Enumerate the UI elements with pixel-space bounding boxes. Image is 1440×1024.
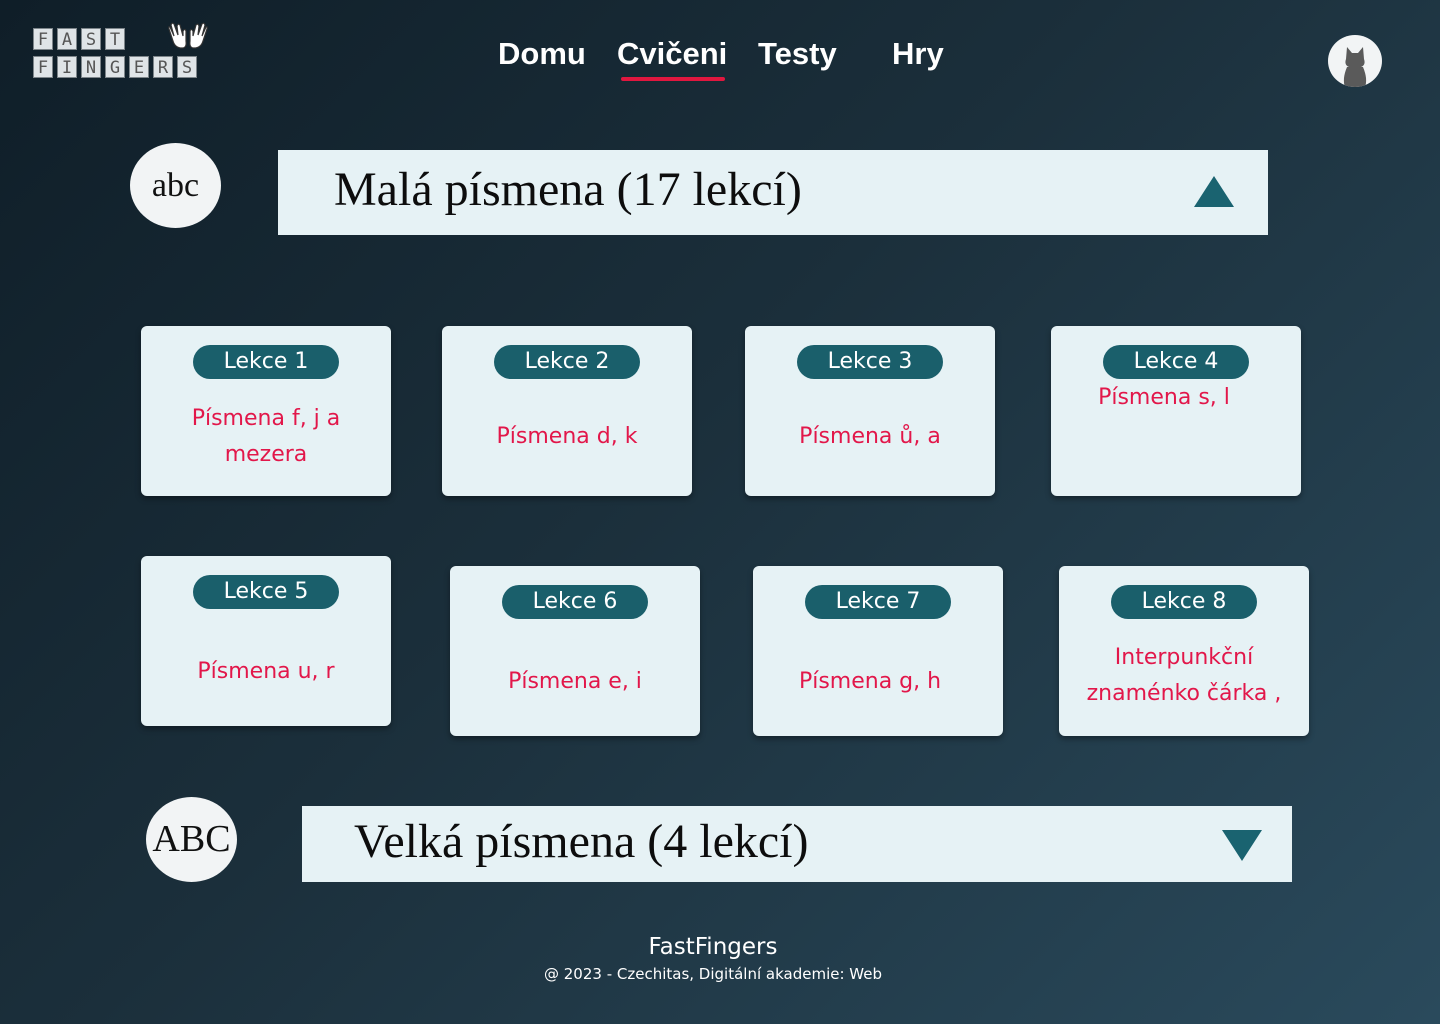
fastfingers-logo[interactable]: F A S T F I N G E R S: [33, 22, 233, 83]
user-avatar[interactable]: [1328, 35, 1382, 87]
logo-tile: S: [81, 28, 101, 50]
lesson-description-line: znaménko čárka ,: [1086, 681, 1282, 706]
lesson-label: Lekce 3: [797, 345, 943, 379]
logo-tile: F: [33, 56, 53, 78]
logo-tile: N: [81, 56, 101, 78]
lesson-description-line: Písmena g, h: [798, 669, 942, 694]
lesson-description: Písmena f, j a mezera: [141, 401, 391, 473]
lesson-label: Lekce 5: [193, 575, 339, 609]
lesson-card-8[interactable]: Lekce 8 Interpunkční znaménko čárka ,: [1059, 566, 1309, 736]
section-badge-lowercase: abc: [130, 143, 221, 228]
logo-tile: T: [105, 28, 125, 50]
lesson-label: Lekce 6: [502, 585, 648, 619]
lesson-card-4[interactable]: Lekce 4 Písmena s, l: [1051, 326, 1301, 496]
section-title: Malá písmena (17 lekcí): [334, 163, 802, 216]
logo-tile: S: [177, 56, 197, 78]
section-header-uppercase[interactable]: Velká písmena (4 lekcí): [302, 806, 1292, 882]
triangle-down-icon[interactable]: [1222, 830, 1262, 861]
lesson-description-line: Písmena f, j a: [191, 406, 341, 431]
lesson-description-line: Interpunkční: [1114, 645, 1254, 670]
lesson-card-7[interactable]: Lekce 7 Písmena g, h: [753, 566, 1003, 736]
lesson-card-6[interactable]: Lekce 6 Písmena e, i: [450, 566, 700, 736]
lesson-label: Lekce 8: [1111, 585, 1257, 619]
waving-hands-icon: [168, 22, 208, 49]
nav-link-hry[interactable]: Hry: [892, 36, 944, 72]
logo-tile: G: [105, 56, 125, 78]
lesson-description-line: Písmena d, k: [496, 424, 638, 449]
lesson-card-5[interactable]: Lekce 5 Písmena u, r: [141, 556, 391, 726]
lesson-description: Písmena s, l: [1039, 380, 1289, 416]
lesson-label: Lekce 2: [494, 345, 640, 379]
section-title: Velká písmena (4 lekcí): [354, 815, 809, 868]
lesson-description-line: Písmena ů, a: [799, 424, 941, 449]
footer-title: FastFingers: [648, 934, 778, 960]
active-nav-indicator: [621, 77, 725, 81]
lesson-label: Lekce 1: [193, 345, 339, 379]
logo-tile: R: [153, 56, 173, 78]
lesson-description: Písmena d, k: [442, 419, 692, 455]
footer-copyright: @ 2023 - Czechitas, Digitální akademie: …: [544, 965, 882, 983]
lesson-description: Písmena ů, a: [745, 419, 995, 455]
lesson-label: Lekce 7: [805, 585, 951, 619]
lesson-label: Lekce 4: [1103, 345, 1249, 379]
lesson-description: Písmena e, i: [450, 664, 700, 700]
lesson-description-line: Písmena s, l: [1098, 385, 1230, 410]
lesson-description-line: Písmena u, r: [197, 659, 335, 684]
lesson-description: Písmena g, h: [745, 664, 995, 700]
lesson-description-line: mezera: [224, 442, 308, 467]
logo-tile: E: [129, 56, 149, 78]
logo-tile: F: [33, 28, 53, 50]
logo-tile: A: [57, 28, 77, 50]
lesson-card-3[interactable]: Lekce 3 Písmena ů, a: [745, 326, 995, 496]
section-badge-uppercase: ABC: [146, 797, 237, 882]
lesson-card-1[interactable]: Lekce 1 Písmena f, j a mezera: [141, 326, 391, 496]
logo-tile: I: [57, 56, 77, 78]
logo-row-fingers: F I N G E R S: [33, 56, 201, 78]
lesson-description: Interpunkční znaménko čárka ,: [1059, 640, 1309, 712]
nav-link-testy[interactable]: Testy: [758, 36, 837, 72]
triangle-up-icon[interactable]: [1194, 176, 1234, 207]
lesson-card-2[interactable]: Lekce 2 Písmena d, k: [442, 326, 692, 496]
nav-link-cviceni[interactable]: Cvičeni: [617, 36, 727, 72]
lesson-description-line: Písmena e, i: [508, 669, 642, 694]
nav-link-domu[interactable]: Domu: [498, 36, 586, 72]
section-header-lowercase[interactable]: Malá písmena (17 lekcí): [278, 150, 1268, 235]
lesson-description: Písmena u, r: [141, 654, 391, 690]
cat-avatar-icon: [1343, 47, 1367, 87]
logo-row-fast: F A S T: [33, 28, 129, 50]
